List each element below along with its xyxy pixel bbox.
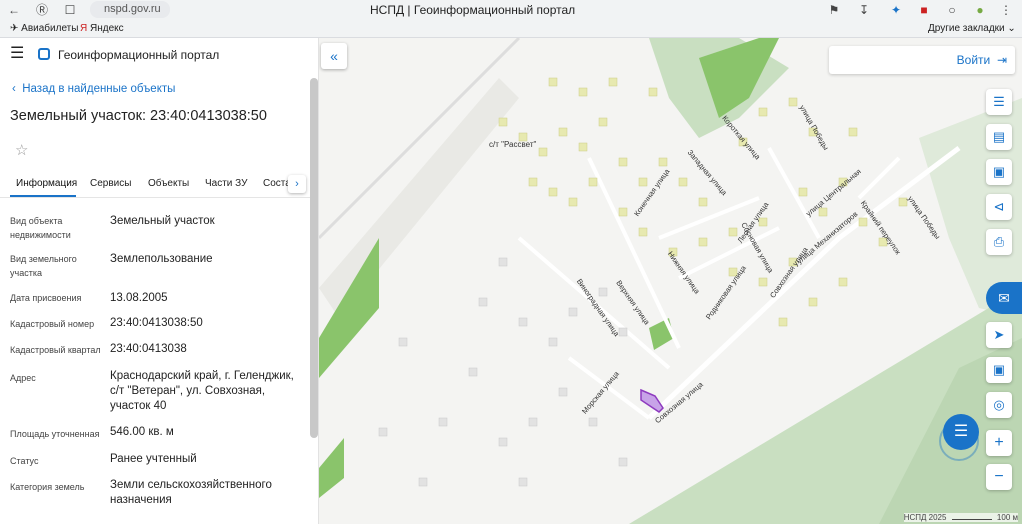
portal-logo-icon: [38, 48, 50, 60]
zoom-out-button[interactable]: −: [986, 464, 1012, 490]
portal-title: Геоинформационный портал: [58, 48, 220, 62]
tab-objects[interactable]: Объекты: [148, 178, 189, 189]
field-label: Вид земельного участка: [10, 254, 77, 278]
share-button[interactable]: ⊲: [986, 194, 1012, 220]
layers-button[interactable]: ☰: [986, 89, 1012, 115]
field-value: 23:40:0413038: [110, 343, 187, 355]
back-link[interactable]: ‹ Назад в найденные объекты: [12, 83, 175, 95]
navigate-icon[interactable]: ➤: [986, 322, 1012, 348]
print-button[interactable]: ⎙: [986, 229, 1012, 255]
extension-icon[interactable]: ■: [916, 2, 932, 18]
hamburger-icon[interactable]: ☰: [10, 46, 24, 62]
download-icon[interactable]: ↧: [856, 2, 872, 18]
extension-icon[interactable]: ●: [972, 2, 988, 18]
address-bar[interactable]: nspd.gov.ru: [90, 1, 170, 18]
scale-label: 100 м: [996, 513, 1018, 522]
page-title: Земельный участок: 23:40:0413038:50: [10, 108, 267, 124]
field-value: 13.08.2005: [110, 292, 168, 304]
back-arrow-icon[interactable]: ←: [6, 2, 22, 18]
star-icon[interactable]: ☆: [15, 141, 28, 159]
extension-icon[interactable]: ○: [944, 2, 960, 18]
login-icon: ⇥: [996, 53, 1007, 67]
field-value: Земли сельскохозяйственного назначения: [110, 479, 272, 506]
tabs-scroll-right-button[interactable]: ›: [288, 175, 306, 193]
selected-parcel[interactable]: [640, 388, 664, 413]
field-value: Землепользование: [110, 253, 213, 265]
gosuslugi-button[interactable]: ✉: [986, 282, 1022, 314]
field-label: Вид объекта недвижимости: [10, 216, 71, 240]
field-label: Кадастровый номер: [10, 319, 95, 329]
ruler-button[interactable]: ▤: [986, 124, 1012, 150]
field-label: Площадь уточненная: [10, 429, 100, 439]
zoom-in-button[interactable]: +: [986, 430, 1012, 456]
bookmark-aviatickets[interactable]: ✈ Авиабилеты: [10, 23, 78, 34]
chat-button[interactable]: ☰: [943, 414, 979, 450]
tab-composition[interactable]: Соста: [263, 178, 291, 189]
browser-toolbar: ← Ⓡ ☐ nspd.gov.ru НСПД | Геоинформационн…: [0, 0, 1022, 20]
browser-chrome: ← Ⓡ ☐ nspd.gov.ru НСПД | Геоинформационн…: [0, 0, 1022, 38]
bookmark-page-icon[interactable]: ⚑: [826, 2, 842, 18]
menu-icon[interactable]: ⋮: [998, 2, 1014, 18]
field-value: Ранее учтенный: [110, 453, 197, 465]
copyright-text: НСПД 2025: [903, 513, 947, 522]
field-label: Дата присвоения: [10, 293, 82, 303]
field-label: Статус: [10, 456, 39, 466]
bookmark-yandex[interactable]: Я Яндекс: [80, 23, 124, 34]
map-footer: НСПД 2025 100 м: [903, 513, 1018, 522]
minimap-button[interactable]: ▣: [986, 357, 1012, 383]
field-value: Краснодарский край, г. Геленджик, с/т "В…: [110, 370, 294, 412]
other-bookmarks[interactable]: Другие закладки ⌄: [928, 23, 1016, 34]
tab-title: НСПД | Геоинформационный портал: [370, 3, 576, 17]
field-label: Категория земель: [10, 482, 85, 492]
map-view[interactable]: с/т "Рассвет" Короткая улица улица Побед…: [319, 38, 1022, 524]
tab-parts[interactable]: Части ЗУ: [205, 178, 247, 189]
field-label: Кадастровый квартал: [10, 345, 101, 355]
field-value: Земельный участок: [110, 215, 215, 227]
bookmark-icon[interactable]: ☐: [62, 2, 78, 18]
map-canvas: [319, 38, 1022, 524]
tab-services[interactable]: Сервисы: [90, 178, 131, 189]
tab-info[interactable]: Информация: [16, 178, 77, 189]
settlement-label: с/т "Рассвет": [489, 140, 537, 149]
collapse-panel-button[interactable]: «: [321, 43, 347, 69]
field-value: 23:40:0413038:50: [110, 317, 203, 329]
chevron-left-icon: ‹: [12, 83, 16, 95]
field-label: Адрес: [10, 373, 36, 383]
locate-button[interactable]: ◎: [986, 392, 1012, 418]
login-button[interactable]: Войти ⇥: [829, 46, 1015, 74]
area-search-button[interactable]: ▣: [986, 159, 1012, 185]
divider: [0, 197, 310, 198]
yandex-icon[interactable]: Ⓡ: [34, 2, 50, 18]
extension-icon[interactable]: ✦: [888, 2, 904, 18]
scale-bar: [951, 519, 992, 520]
scrollbar[interactable]: [310, 78, 318, 438]
info-panel: ☰ Геоинформационный портал ‹ Назад в най…: [0, 38, 319, 524]
bookmarks-bar: ✈ Авиабилеты Я Яндекс Другие закладки ⌄: [0, 20, 1022, 38]
field-value: 546.00 кв. м: [110, 426, 174, 438]
